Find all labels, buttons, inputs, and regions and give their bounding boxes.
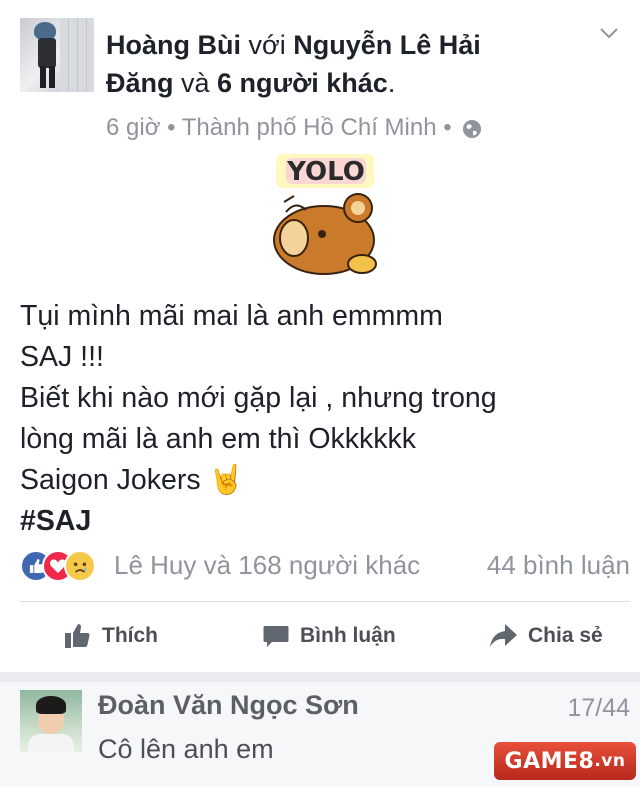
- divider: [20, 601, 630, 602]
- action-bar: Thích Bình luận Chia sẻ: [0, 604, 640, 668]
- reaction-summary[interactable]: Lê Huy và 168 người khác: [114, 550, 420, 581]
- game8-watermark-logo: GAME8 .vn: [494, 742, 636, 780]
- watermark-main: GAME8: [504, 748, 595, 774]
- comment-count[interactable]: 44 bình luận: [487, 550, 630, 581]
- post-meta: 6 giờ • Thành phố Hồ Chí Minh •: [106, 114, 482, 142]
- post-line: lòng mãi là anh em thì Okkkkkk: [20, 423, 416, 455]
- others-link[interactable]: 6 người khác: [217, 68, 388, 98]
- reactions-row[interactable]: Lê Huy và 168 người khác 44 bình luận: [20, 548, 630, 588]
- meta-dot: •: [167, 114, 182, 141]
- and-word: và: [173, 68, 218, 98]
- post-line: SAJ !!!: [20, 341, 104, 373]
- share-icon: [490, 624, 517, 647]
- comment-counter: 17/44: [567, 694, 630, 722]
- post-line: Biết khi nào mới gặp lại , nhưng trong: [20, 382, 497, 414]
- post-line: Saigon Jokers 🤘: [20, 464, 245, 496]
- like-button[interactable]: Thích: [62, 618, 158, 654]
- comment-text: Cô lên anh em: [98, 734, 274, 764]
- watermark-suffix: .vn: [594, 751, 626, 771]
- post-time[interactable]: 6 giờ: [106, 114, 160, 141]
- title-period: .: [387, 68, 396, 98]
- avatar-background: [60, 18, 94, 92]
- share-label: Chia sẻ: [528, 624, 603, 647]
- chevron-down-icon[interactable]: [598, 22, 620, 44]
- post-title: Hoàng Bùi với Nguyễn Lê Hải Đăng và 6 ng…: [106, 26, 546, 102]
- thumbs-up-icon: [65, 624, 90, 648]
- share-button[interactable]: Chia sẻ: [488, 618, 603, 654]
- hashtag-link[interactable]: #SAJ: [20, 501, 630, 542]
- globe-icon: [463, 119, 482, 138]
- section-separator: [0, 672, 640, 682]
- yolo-bear-sticker: YOLO: [273, 154, 377, 275]
- commenter-name[interactable]: Đoàn Văn Ngọc Sơn: [98, 690, 359, 721]
- comment-label: Bình luận: [300, 624, 396, 647]
- post-line: Tụi mình mãi mai là anh emmmm: [20, 300, 443, 332]
- author-name[interactable]: Hoàng Bùi: [106, 30, 241, 60]
- reaction-icons[interactable]: [20, 550, 110, 584]
- commenter-avatar[interactable]: [20, 690, 82, 752]
- like-label: Thích: [102, 624, 158, 647]
- comment-button[interactable]: Bình luận: [262, 618, 396, 654]
- sad-icon: [64, 550, 96, 582]
- post-location[interactable]: Thành phố Hồ Chí Minh: [182, 114, 437, 141]
- with-word: với: [241, 30, 294, 60]
- comment-icon: [263, 626, 289, 647]
- author-avatar[interactable]: [20, 18, 94, 92]
- sticker-text: YOLO: [286, 157, 365, 187]
- post-body: Tụi mình mãi mai là anh emmmm SAJ !!! Bi…: [20, 296, 630, 542]
- meta-dot: •: [443, 114, 459, 141]
